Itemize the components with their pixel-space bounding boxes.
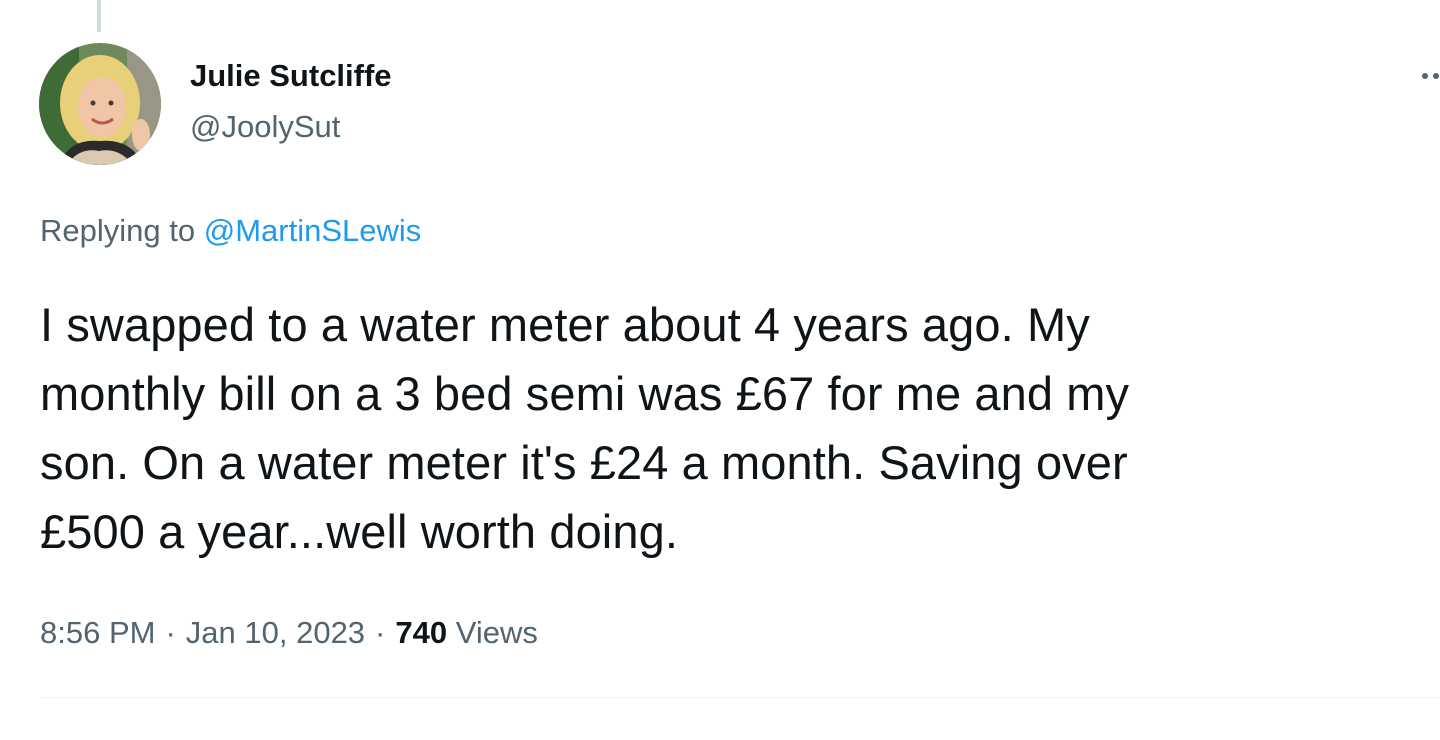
tweet-text-line: monthly bill on a 3 bed semi was £67 for… xyxy=(40,367,1130,420)
tweet-time[interactable]: 8:56 PM xyxy=(40,615,155,650)
profile-photo-icon xyxy=(39,43,161,165)
mention-link[interactable]: @MartinSLewis xyxy=(204,213,422,248)
replying-to-label: Replying to xyxy=(40,213,196,248)
tweet-date[interactable]: Jan 10, 2023 xyxy=(186,615,365,650)
divider xyxy=(40,697,1440,698)
replying-to-line: Replying to @MartinSLewis xyxy=(40,212,421,250)
tweet-text-line: son. On a water meter it's £24 a month. … xyxy=(40,436,1128,489)
views-count[interactable]: 740 xyxy=(395,615,447,650)
meta-separator: · xyxy=(375,615,386,650)
avatar[interactable] xyxy=(39,43,161,165)
user-handle[interactable]: @JoolySut xyxy=(190,108,340,146)
meta-separator: · xyxy=(165,615,176,650)
more-options-icon[interactable] xyxy=(1420,66,1440,86)
tweet-text-line: I swapped to a water meter about 4 years… xyxy=(40,298,1090,351)
tweet-text-line: £500 a year...well worth doing. xyxy=(40,505,678,558)
views-label: Views xyxy=(455,615,538,650)
display-name[interactable]: Julie Sutcliffe xyxy=(190,57,392,95)
thread-connector-line xyxy=(97,0,101,32)
tweet-meta: 8:56 PM · Jan 10, 2023 · 740 Views xyxy=(40,613,538,653)
tweet-text: I swapped to a water meter about 4 years… xyxy=(40,290,1425,566)
